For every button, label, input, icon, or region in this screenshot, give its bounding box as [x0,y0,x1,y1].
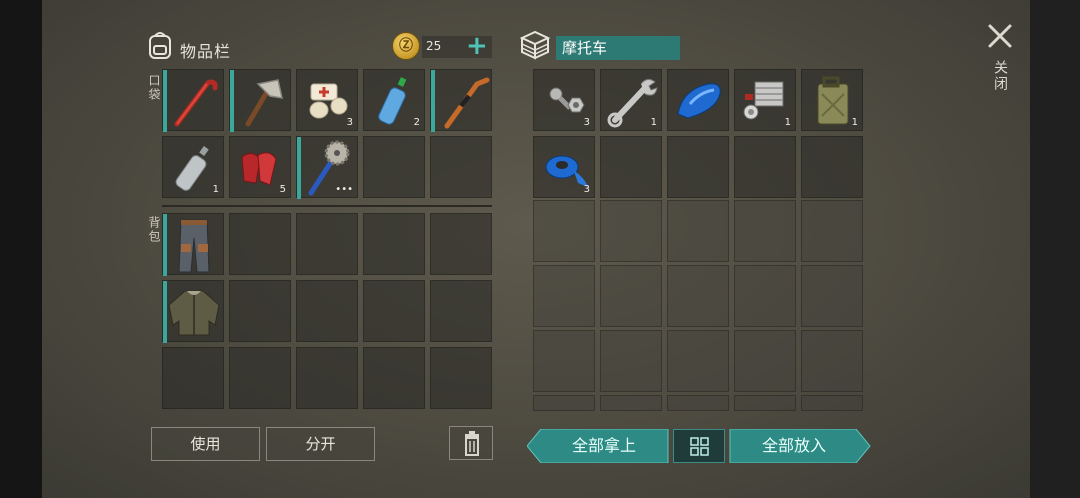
split-button[interactable]: 分开 [266,427,375,461]
pocket-slot-sawblade-club[interactable]: ••• [296,136,358,199]
container-slot-empty[interactable] [734,136,796,198]
pants-icon [178,219,210,273]
item-count: 3 [346,117,353,128]
container-slot-empty[interactable] [600,395,662,411]
currency-display: Ⓩ 25 + [392,32,492,62]
container-slot-empty[interactable] [801,200,863,262]
container-slot-empty[interactable] [801,265,863,327]
container-slot-empty[interactable] [533,330,595,392]
hockey-stick-icon [444,77,490,129]
container-slot-empty[interactable] [600,136,662,198]
backpack-label: 背包 [147,216,161,244]
container-slot-empty[interactable] [667,136,729,198]
item-count: 1 [650,117,657,128]
coin-icon: Ⓩ [392,32,420,60]
backpack-slot-empty[interactable] [430,280,492,342]
backpack-slot-empty[interactable] [296,347,358,409]
container-slot-empty[interactable] [734,265,796,327]
pocket-slot-hatchet[interactable] [229,69,291,132]
trash-button[interactable] [449,426,493,460]
jacket-icon [168,290,220,336]
item-count: 3 [583,184,590,195]
crate-icon [519,30,551,60]
backpack-slot-empty[interactable] [296,280,358,342]
pocket-slot-bandage[interactable]: 3 [296,69,358,131]
container-slot-bolt-nut[interactable]: 3 [533,69,595,131]
grid-icon [690,437,709,456]
container-slot-empty[interactable] [600,330,662,392]
container-slot-jerrycan[interactable]: 1 [801,69,863,131]
trash-icon [465,431,479,456]
pocket-slot-red-cloth[interactable]: 5 [229,136,291,198]
container-slot-empty[interactable] [801,395,863,411]
container-name-field[interactable]: 摩托车 [556,36,680,60]
section-divider [162,205,492,207]
left-edge [0,0,42,498]
close-label[interactable]: 关闭 [990,60,1010,92]
hatchet-icon [245,79,283,127]
backpack-slot-empty[interactable] [229,213,291,275]
use-button[interactable]: 使用 [151,427,260,461]
item-count: 3 [583,117,590,128]
container-slot-wrench[interactable]: 1 [600,69,662,131]
backpack-slot-empty[interactable] [296,213,358,275]
pocket-slot-empty-bottle[interactable]: 1 [162,136,224,198]
container-slot-empty[interactable] [734,330,796,392]
sort-grid-button[interactable] [673,429,725,463]
pocket-slot-empty[interactable] [430,136,492,198]
pocket-slot-water-bottle[interactable]: 2 [363,69,425,131]
backpack-slot-empty[interactable] [363,347,425,409]
container-slot-empty[interactable] [533,200,595,262]
container-slot-empty[interactable] [667,395,729,411]
item-count: 1 [851,117,858,128]
fuel-tank-icon [677,83,721,119]
container-slot-empty[interactable] [734,395,796,411]
close-icon[interactable] [986,22,1014,50]
pocket-slot-crowbar[interactable] [162,69,224,132]
pocket-slot-hockey-stick[interactable] [430,69,492,132]
inventory-title: 物品栏 [180,42,232,61]
backpack-slot-jacket[interactable] [162,280,224,343]
pocket-slot-empty[interactable] [363,136,425,198]
pocket-label: 口袋 [147,74,161,102]
container-slot-duct-tape[interactable]: 3 [533,136,595,198]
backpack-slot-pants[interactable] [162,213,224,276]
put-all-button[interactable]: 全部放入 [730,429,858,463]
container-slot-empty[interactable] [533,395,595,411]
item-count: 1 [784,117,791,128]
backpack-slot-empty[interactable] [229,347,291,409]
container-slot-empty[interactable] [600,265,662,327]
container-slot-fuel-tank[interactable] [667,69,729,131]
backpack-slot-empty[interactable] [363,213,425,275]
backpack-icon [149,32,171,59]
container-slot-engine[interactable]: 1 [734,69,796,131]
coin-count: 25 [426,39,442,53]
container-slot-empty[interactable] [667,200,729,262]
item-count: 1 [212,184,219,195]
container-slot-empty[interactable] [801,330,863,392]
item-count: 2 [413,117,420,128]
backpack-slot-empty[interactable] [229,280,291,342]
container-slot-empty[interactable] [734,200,796,262]
container-slot-empty[interactable] [533,265,595,327]
backpack-slot-empty[interactable] [430,213,492,275]
backpack-slot-empty[interactable] [430,347,492,409]
item-count: 5 [279,184,286,195]
container-slot-empty[interactable] [801,136,863,198]
container-slot-empty[interactable] [667,330,729,392]
right-edge [1030,0,1080,498]
crowbar-icon [174,79,218,127]
add-coins-button[interactable]: + [466,32,488,60]
take-all-button[interactable]: 全部拿上 [540,429,668,463]
container-slot-empty[interactable] [667,265,729,327]
item-count: ••• [335,184,353,195]
container-slot-empty[interactable] [600,200,662,262]
backpack-slot-empty[interactable] [363,280,425,342]
backpack-slot-empty[interactable] [162,347,224,409]
